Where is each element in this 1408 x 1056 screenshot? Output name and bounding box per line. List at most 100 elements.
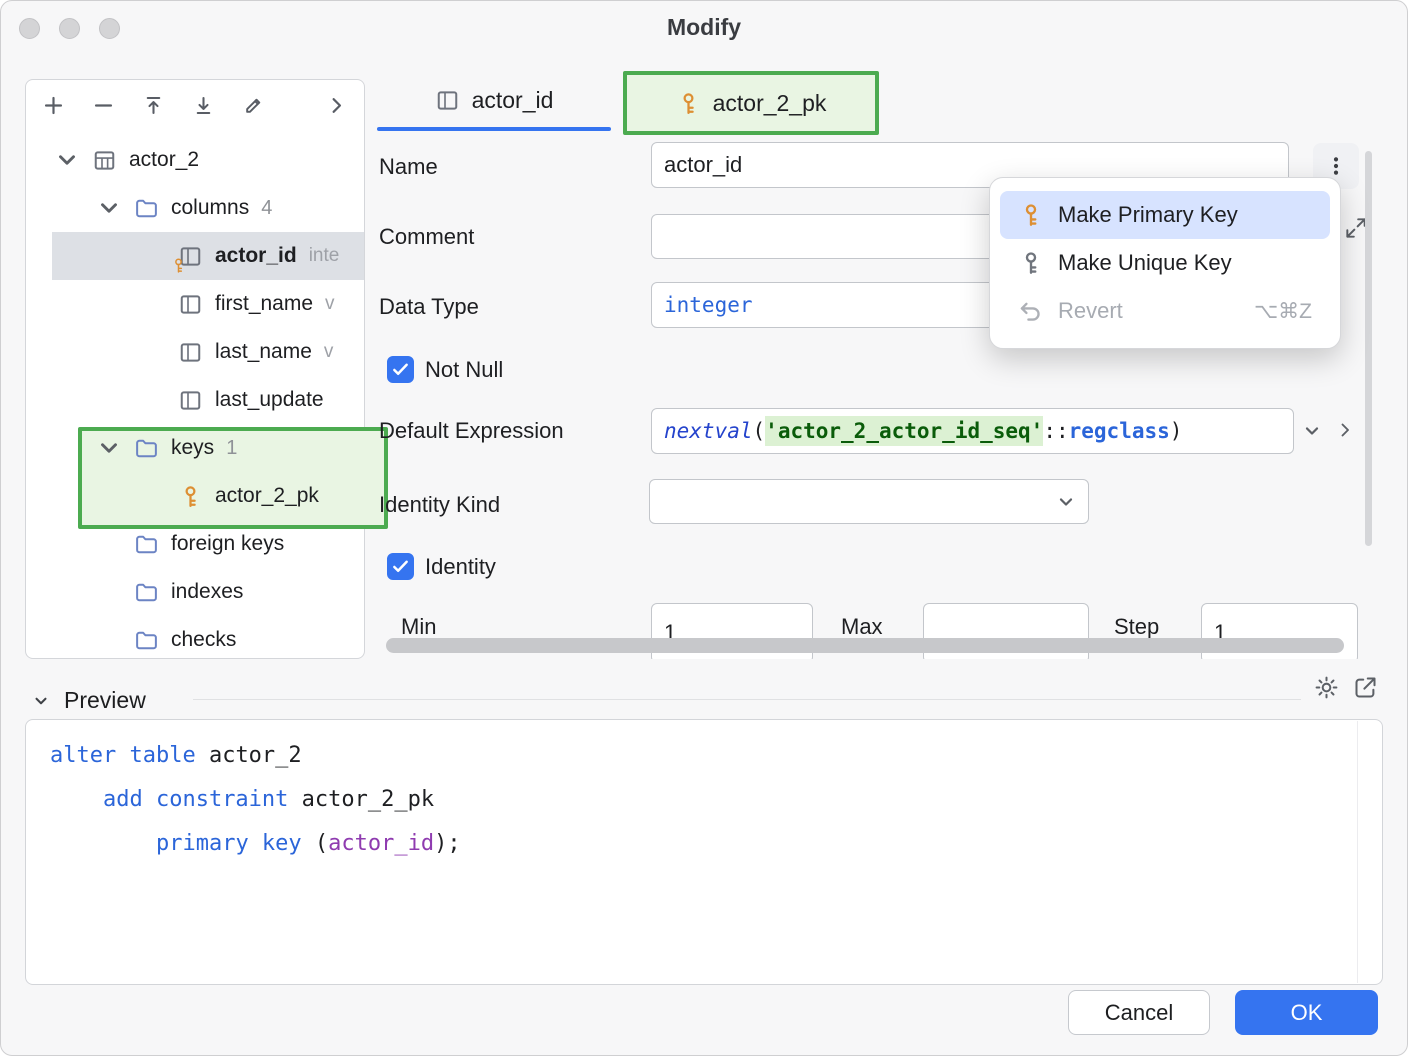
identity-checkbox[interactable]	[387, 553, 414, 580]
tree-toolbar	[26, 80, 364, 130]
preview-divider	[193, 699, 1301, 700]
data-type-label: Data Type	[379, 294, 479, 320]
tree-item-label: actor_2	[129, 148, 199, 172]
open-in-editor-icon[interactable]	[1352, 674, 1379, 701]
move-up-icon[interactable]	[142, 94, 165, 117]
menu-item-make-primary-key[interactable]: Make Primary Key	[1000, 191, 1330, 239]
edit-icon[interactable]	[242, 94, 265, 117]
not-null-label: Not Null	[425, 357, 503, 383]
tab-label: actor_2_pk	[713, 90, 827, 117]
tree-item-last-name[interactable]: last_name v	[26, 328, 364, 376]
identity-kind-select[interactable]	[649, 479, 1089, 524]
tree-item-label: indexes	[171, 580, 243, 604]
chevron-down-icon[interactable]	[96, 195, 122, 221]
chevron-down-icon	[1056, 492, 1076, 512]
min-label: Min	[401, 614, 436, 640]
column-icon	[435, 88, 460, 113]
tab-bar: actor_id actor_2_pk	[377, 71, 1385, 137]
tab-actor-2-pk[interactable]: actor_2_pk	[623, 71, 879, 135]
tab-actor-id[interactable]: actor_id	[377, 71, 611, 129]
folder-icon	[134, 532, 159, 557]
chevron-down-icon[interactable]	[96, 435, 122, 461]
key-icon	[676, 91, 701, 116]
preview-title: Preview	[64, 687, 146, 714]
default-expression-input[interactable]: nextval('actor_2_actor_id_seq'::regclass…	[651, 408, 1294, 454]
tree-item-first-name[interactable]: first_name v	[26, 280, 364, 328]
tree-item-last-update[interactable]: last_update	[26, 376, 364, 424]
name-label: Name	[379, 154, 438, 180]
tree-item-actor-2[interactable]: actor_2	[26, 136, 364, 184]
menu-item-revert: Revert ⌥⌘Z	[1000, 287, 1330, 335]
key-icon	[178, 484, 203, 509]
tree-item-type-hint: v	[324, 341, 334, 363]
table-icon	[92, 148, 117, 173]
move-down-icon[interactable]	[192, 94, 215, 117]
chevron-down-icon[interactable]	[54, 147, 80, 173]
window-title: Modify	[1, 14, 1407, 41]
active-tab-underline	[377, 127, 611, 131]
default-expression-label: Default Expression	[379, 418, 564, 444]
add-icon[interactable]	[42, 94, 65, 117]
folder-icon	[134, 196, 159, 221]
column-icon	[178, 388, 203, 413]
tree-item-label: last_name	[215, 340, 312, 364]
tree-item-keys[interactable]: keys 1	[26, 424, 364, 472]
tree-item-foreign-keys[interactable]: foreign keys	[26, 520, 364, 568]
horizontal-scrollbar[interactable]	[386, 638, 1344, 653]
tree-item-label: foreign keys	[171, 532, 284, 556]
key-icon	[1018, 202, 1044, 228]
undo-icon	[1018, 298, 1044, 324]
key-icon	[1018, 250, 1044, 276]
vertical-scrollbar[interactable]	[1365, 151, 1372, 546]
tree-panel: actor_2columns4actor_idintefirst_namevla…	[25, 79, 365, 659]
tree-item-columns[interactable]: columns4	[26, 184, 364, 232]
tree-item-label: columns	[171, 196, 249, 220]
tree-item-label: first_name	[215, 292, 313, 316]
folder-icon	[134, 436, 159, 461]
tab-label: actor_id	[472, 87, 554, 114]
code-scrollbar-track	[1357, 721, 1358, 983]
tree-item-label: actor_2_pk	[215, 484, 319, 508]
cancel-button[interactable]: Cancel	[1068, 990, 1210, 1035]
menu-item-make-unique-key[interactable]: Make Unique Key	[1000, 239, 1330, 287]
code-line: primary key (actor_id);	[50, 822, 1382, 866]
remove-icon[interactable]	[92, 94, 115, 117]
tree-item-actor-2-pk[interactable]: actor_2_pk	[26, 472, 364, 520]
modify-dialog: Modify actor_2columns4actor_idintefirst_…	[0, 0, 1408, 1056]
code-line: alter table actor_2	[50, 734, 1382, 778]
tree-item-label: keys	[171, 436, 214, 460]
not-null-checkbox[interactable]	[387, 356, 414, 383]
tree-item-label: checks	[171, 628, 236, 652]
context-menu: Make Primary Key Make Unique Key Revert ⌥⌘Z	[989, 177, 1341, 349]
tree-item-checks[interactable]: checks	[26, 616, 364, 664]
chevron-down-icon[interactable]	[1302, 421, 1322, 441]
tree-item-label: last_update	[215, 388, 324, 412]
tree-item-label: actor_id	[215, 244, 297, 268]
tree-item-actor-id[interactable]: actor_id inte	[52, 232, 364, 280]
step-label: Step	[1114, 614, 1159, 640]
code-line: add constraint actor_2_pk	[50, 778, 1382, 822]
menu-item-label: Revert	[1058, 298, 1123, 324]
tree-item-type-hint: v	[325, 293, 335, 315]
scroll-right-icon[interactable]	[1335, 420, 1355, 440]
ok-button[interactable]: OK	[1235, 990, 1378, 1035]
max-label: Max	[841, 614, 883, 640]
kebab-icon	[1325, 155, 1347, 177]
column-icon	[178, 292, 203, 317]
column-key-icon	[178, 244, 203, 269]
gear-icon[interactable]	[1313, 674, 1340, 701]
tree: actor_2columns4actor_idintefirst_namevla…	[26, 136, 364, 664]
expand-toolbar-icon[interactable]	[325, 94, 348, 117]
identity-label: Identity	[425, 554, 496, 580]
tree-item-indexes[interactable]: indexes	[26, 568, 364, 616]
menu-item-label: Make Unique Key	[1058, 250, 1232, 276]
tree-item-count: 1	[226, 437, 237, 460]
tree-item-type-hint: inte	[309, 245, 340, 267]
identity-kind-label: Identity Kind	[379, 492, 500, 518]
shortcut-label: ⌥⌘Z	[1254, 299, 1312, 324]
menu-item-label: Make Primary Key	[1058, 202, 1238, 228]
column-icon	[178, 340, 203, 365]
comment-label: Comment	[379, 224, 474, 250]
preview-collapse-icon[interactable]	[32, 692, 50, 710]
folder-icon	[134, 580, 159, 605]
